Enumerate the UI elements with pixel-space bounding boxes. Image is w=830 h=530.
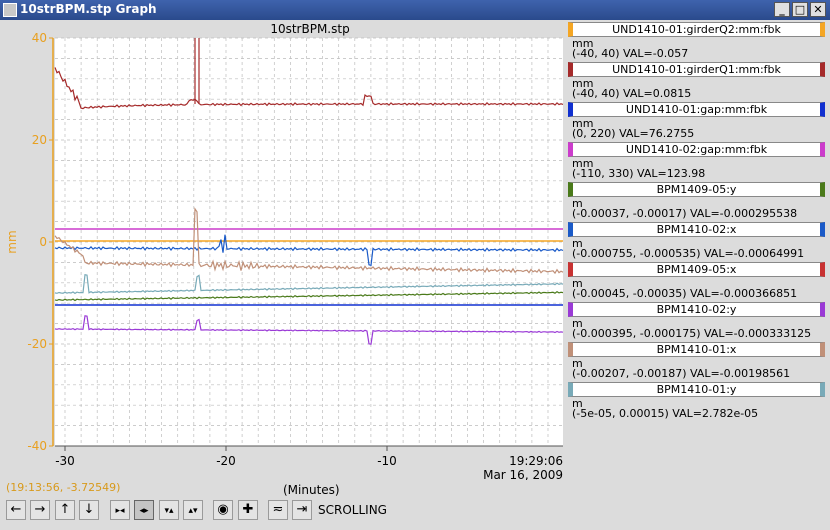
legend-range-value: (-0.00207, -0.00187) VAL=-0.00198561 — [572, 367, 791, 380]
plot-title: 10strBPM.stp — [270, 22, 349, 36]
scroll-up-button[interactable]: ↑ — [55, 500, 75, 520]
legend-range-value: (-5e-05, 0.00015) VAL=2.782e-05 — [572, 407, 759, 420]
auto-scale-icon: ≂ — [272, 502, 284, 517]
toolbar: SCROLLING ← → ↑ ↓ ▸◂ ◂▸ ▾▴ ▴▾ ◉ ✚ ≂ ⇥ — [0, 498, 830, 522]
zoom-x-out-button[interactable]: ◂▸ — [134, 500, 154, 520]
window-title: 10strBPM.stp Graph — [20, 2, 157, 16]
maximize-button[interactable]: □ — [792, 2, 808, 17]
scroll-down-button[interactable]: ↓ — [79, 500, 99, 520]
legend-item[interactable]: BPM1410-01:x m (-0.00207, -0.00187) VAL=-0… — [567, 341, 829, 381]
legend-item[interactable]: UND1410-02:gap:mm:fbk mm (-110, 330) VAL=1… — [567, 141, 829, 181]
scroll-up-icon: ↑ — [59, 502, 71, 517]
legend-item[interactable]: BPM1410-02:y m (-0.000395, -0.000175) VAL=… — [567, 301, 829, 341]
zoom-box-icon: ✚ — [242, 502, 254, 517]
pan-button[interactable]: ◉ — [213, 500, 233, 520]
legend-channel-name[interactable]: BPM1409-05:y — [568, 182, 825, 197]
zoom-x-in-button[interactable]: ▸◂ — [110, 500, 130, 520]
legend-range-value: (-0.000755, -0.000535) VAL=-0.00064991 — [572, 247, 805, 260]
legend-range-value: (-40, 40) VAL=0.0815 — [572, 87, 692, 100]
pan-icon: ◉ — [217, 502, 229, 517]
legend-item[interactable]: UND1410-01:girderQ2:mm:fbk mm (-40, 40) VA… — [567, 21, 829, 61]
legend-channel-name[interactable]: UND1410-01:girderQ2:mm:fbk — [568, 22, 825, 37]
zoom-x-in-icon: ▸◂ — [115, 506, 125, 516]
legend-item[interactable]: BPM1409-05:y m (-0.00037, -0.00017) VAL=-0… — [567, 181, 829, 221]
zoom-x-out-icon: ◂▸ — [139, 506, 149, 516]
y-ticks: 40 20 0 -20 -40 — [27, 31, 53, 453]
strip-chart[interactable]: 40 20 0 -20 -40 -30 -20 -10 10strBPM.stp mm 19… — [0, 20, 566, 480]
date-label: Mar 16, 2009 — [483, 468, 563, 480]
y-tick-label: 40 — [32, 31, 47, 45]
mode-label: SCROLLING — [318, 503, 387, 517]
legend-range-value: (-0.00045, -0.00035) VAL=-0.000366851 — [572, 287, 798, 300]
minimize-button[interactable]: _ — [774, 2, 790, 17]
x-ticks: -30 -20 -10 — [55, 446, 397, 468]
legend-item[interactable]: BPM1410-01:y m (-5e-05, 0.00015) VAL=2.782… — [567, 381, 829, 421]
legend-range-value: (-110, 330) VAL=123.98 — [572, 167, 706, 180]
zoom-y-out-icon: ▴▾ — [188, 506, 198, 516]
legend-item[interactable]: UND1410-01:girderQ1:mm:fbk mm (-40, 40) VA… — [567, 61, 829, 101]
cursor-coordinates: (19:13:56, -3.72549) — [6, 481, 121, 494]
y-tick-label: -40 — [27, 439, 47, 453]
scroll-down-icon: ↓ — [83, 502, 95, 517]
x-tick-label: -10 — [377, 454, 397, 468]
scroll-left-button[interactable]: ← — [6, 500, 26, 520]
legend-range-value: (0, 220) VAL=76.2755 — [572, 127, 695, 140]
back-to-scroll-button[interactable]: ⇥ — [292, 500, 312, 520]
zoom-y-out-button[interactable]: ▴▾ — [183, 500, 203, 520]
legend-channel-name[interactable]: UND1410-01:girderQ1:mm:fbk — [568, 62, 825, 77]
legend-range-value: (-0.00037, -0.00017) VAL=-0.000295538 — [572, 207, 798, 220]
scroll-left-icon: ← — [10, 502, 22, 517]
x-axis-label: (Minutes) — [283, 483, 340, 497]
graph-window-content: 40 20 0 -20 -40 -30 -20 -10 10strBPM.stp mm 19… — [0, 20, 830, 530]
auto-scale-button[interactable]: ≂ — [268, 500, 288, 520]
close-button[interactable]: ✕ — [810, 2, 826, 17]
app-icon — [3, 3, 17, 17]
legend-channel-name[interactable]: BPM1410-02:y — [568, 302, 825, 317]
legend-panel: UND1410-01:girderQ2:mm:fbk mm (-40, 40) VA… — [567, 21, 829, 421]
back-to-scroll-icon: ⇥ — [296, 502, 308, 517]
legend-range-value: (-40, 40) VAL=-0.057 — [572, 47, 689, 60]
legend-channel-name[interactable]: UND1410-02:gap:mm:fbk — [568, 142, 825, 157]
legend-channel-name[interactable]: BPM1409-05:x — [568, 262, 825, 277]
legend-range-value: (-0.000395, -0.000175) VAL=-0.000333125 — [572, 327, 812, 340]
legend-channel-name[interactable]: BPM1410-01:x — [568, 342, 825, 357]
time-label: 19:29:06 — [509, 454, 563, 468]
scroll-right-button[interactable]: → — [30, 500, 50, 520]
legend-channel-name[interactable]: BPM1410-02:x — [568, 222, 825, 237]
title-bar: 10strBPM.stp Graph _ □ ✕ — [0, 0, 830, 20]
legend-item[interactable]: BPM1410-02:x m (-0.000755, -0.000535) VAL=… — [567, 221, 829, 261]
zoom-y-in-icon: ▾▴ — [164, 506, 174, 516]
zoom-y-in-button[interactable]: ▾▴ — [159, 500, 179, 520]
scroll-right-icon: → — [34, 502, 46, 517]
y-tick-label: -20 — [27, 337, 47, 351]
y-tick-label: 20 — [32, 133, 47, 147]
y-tick-label: 0 — [39, 235, 47, 249]
legend-item[interactable]: UND1410-01:gap:mm:fbk mm (0, 220) VAL=76.2… — [567, 101, 829, 141]
legend-channel-name[interactable]: UND1410-01:gap:mm:fbk — [568, 102, 825, 117]
legend-channel-name[interactable]: BPM1410-01:y — [568, 382, 825, 397]
y-axis-unit-label: mm — [5, 230, 19, 253]
legend-item[interactable]: BPM1409-05:x m (-0.00045, -0.00035) VAL=-0… — [567, 261, 829, 301]
x-tick-label: -20 — [216, 454, 236, 468]
zoom-box-button[interactable]: ✚ — [238, 500, 258, 520]
x-tick-label: -30 — [55, 454, 75, 468]
